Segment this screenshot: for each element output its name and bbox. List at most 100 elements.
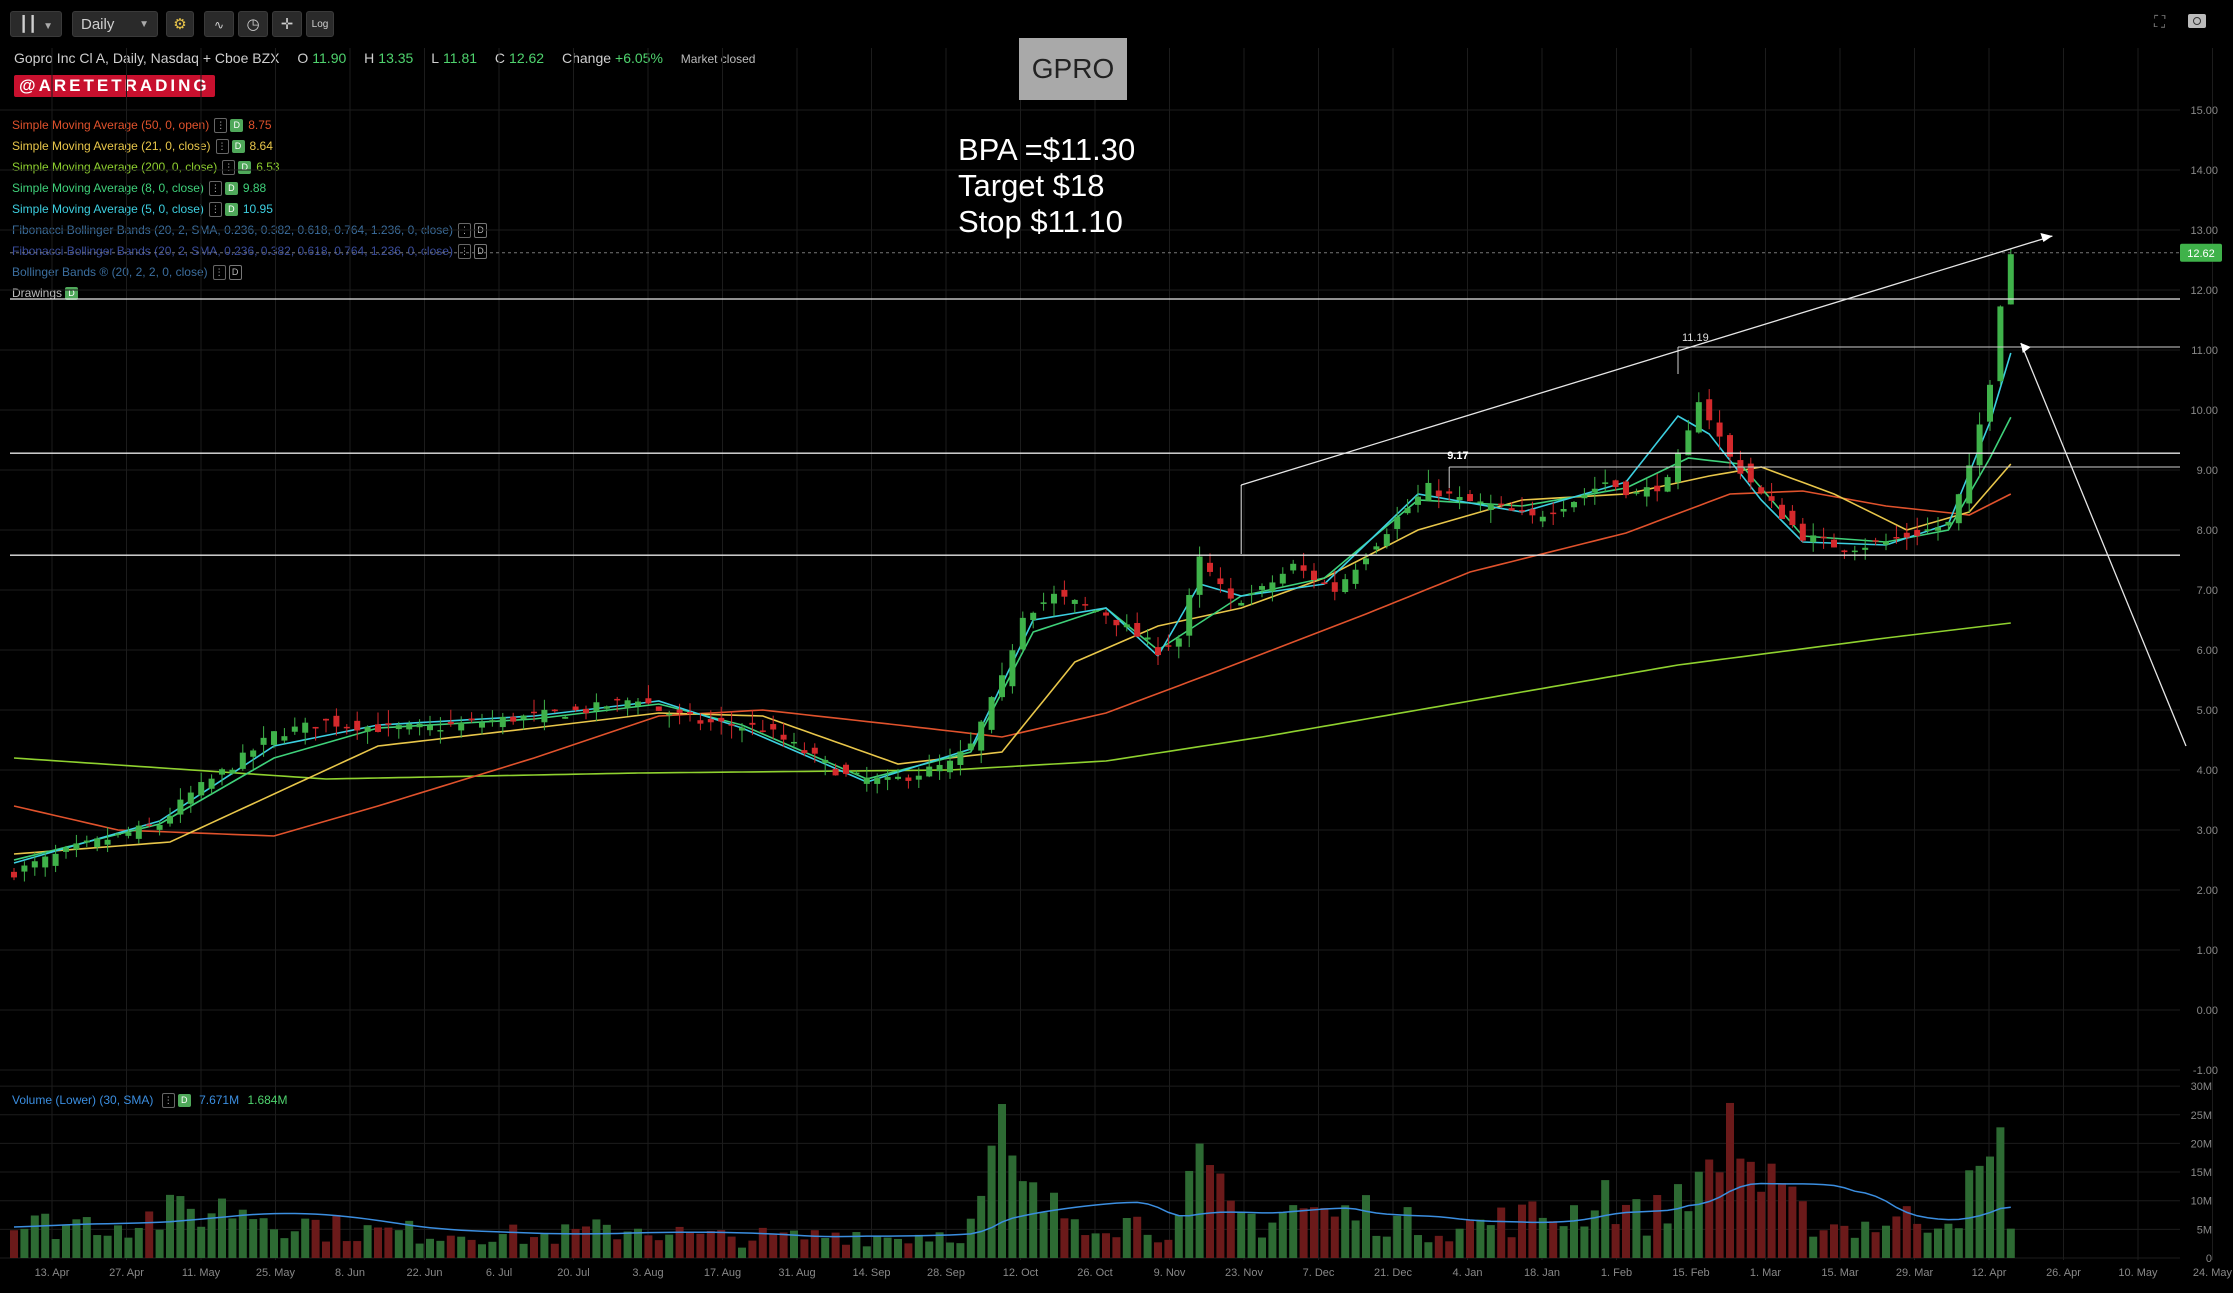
date-tick-label: 31. Aug: [778, 1267, 815, 1279]
volume-bar: [1934, 1228, 1942, 1258]
volume-bar: [1258, 1237, 1266, 1258]
candle-body: [323, 718, 329, 721]
display-badge[interactable]: D: [177, 1094, 191, 1108]
volume-bar: [1445, 1241, 1454, 1258]
volume-tick-label: 30M: [2191, 1081, 2212, 1093]
candle-body: [1643, 487, 1650, 497]
candle-body: [1799, 523, 1806, 541]
candle-body: [1342, 579, 1349, 593]
candle-body: [1539, 516, 1546, 522]
candle-body: [229, 769, 236, 774]
volume-bar: [873, 1235, 882, 1258]
price-tick-label: -1.00: [2193, 1065, 2218, 1077]
candle-body: [572, 706, 579, 711]
candle-body: [1789, 510, 1796, 526]
candle-body: [1040, 602, 1047, 604]
candle-body: [1987, 384, 1993, 422]
volume-bar: [1382, 1236, 1391, 1258]
volume-bar: [1642, 1235, 1651, 1258]
candle-body: [1935, 527, 1941, 531]
candle-body: [1331, 582, 1338, 592]
volume-bar: [1351, 1220, 1360, 1258]
candle-body: [635, 701, 641, 706]
volume-bar: [467, 1239, 476, 1258]
volume-bar: [987, 1145, 996, 1258]
volume-bar: [613, 1239, 622, 1258]
volume-bar: [696, 1233, 705, 1258]
candle-body: [354, 720, 361, 731]
volume-bar: [519, 1243, 528, 1258]
candle-body: [42, 856, 49, 868]
volume-bar: [62, 1224, 70, 1258]
candle-body: [479, 722, 485, 728]
candle-body: [1571, 501, 1577, 508]
candle-body: [385, 723, 392, 725]
candle-body: [1279, 573, 1286, 584]
candle-body: [447, 721, 454, 725]
volume-bar: [93, 1235, 102, 1258]
candle-body: [1997, 306, 2004, 382]
candle-body: [52, 853, 59, 866]
candle-body: [1872, 540, 1879, 542]
candle-body: [1175, 638, 1182, 647]
candle-body: [125, 832, 132, 836]
date-tick-label: 13. Apr: [35, 1267, 70, 1279]
volume-bar: [894, 1238, 902, 1258]
volume-tick-label: 10M: [2191, 1196, 2212, 1208]
candle-body: [583, 708, 589, 714]
volume-bar: [1819, 1230, 1828, 1258]
volume-bar: [758, 1227, 767, 1258]
candle-body: [489, 720, 496, 722]
price-tick-label: 4.00: [2197, 765, 2218, 777]
volume-bar: [1216, 1173, 1225, 1258]
candle-body: [468, 718, 475, 721]
candle-body: [458, 722, 465, 731]
price-tick-label: 0.00: [2197, 1005, 2218, 1017]
volume-bar: [1663, 1223, 1672, 1258]
candle-body: [707, 719, 714, 723]
candle-body: [499, 716, 506, 728]
volume-bar: [1081, 1235, 1090, 1258]
candle-body: [1269, 582, 1276, 592]
volume-bar: [1726, 1102, 1734, 1258]
candle-body: [416, 723, 423, 728]
volume-bar: [426, 1238, 434, 1258]
volume-bar: [1746, 1161, 1755, 1258]
candle-body: [1030, 612, 1037, 621]
candle-body: [1082, 604, 1089, 606]
candle-body: [1581, 494, 1588, 499]
sma-8-line: [13, 416, 2012, 861]
candle-body: [843, 764, 849, 774]
volume-value-1: 7.671M: [199, 1093, 240, 1107]
candle-body: [167, 815, 173, 824]
volume-bar: [966, 1218, 975, 1258]
volume-bar: [1788, 1186, 1797, 1258]
volume-value-2: 1.684M: [247, 1093, 288, 1107]
volume-bar: [1226, 1200, 1235, 1258]
candle-body: [874, 777, 881, 784]
candle-body: [520, 715, 527, 720]
volume-bar: [124, 1237, 133, 1258]
candle-body: [957, 751, 964, 765]
volume-bar: [1050, 1192, 1058, 1258]
volume-bar: [1913, 1223, 1922, 1258]
candle-body: [11, 871, 17, 878]
date-tick-label: 23. Nov: [1225, 1267, 1263, 1279]
volume-bar: [540, 1233, 549, 1258]
candle-body: [271, 731, 277, 745]
candle-body: [614, 698, 621, 701]
candle-body: [1456, 497, 1463, 501]
candle-body: [219, 769, 225, 775]
volume-bar: [82, 1217, 91, 1258]
candle-body: [1092, 610, 1099, 612]
volume-bar: [207, 1213, 216, 1258]
candle-body: [260, 737, 267, 745]
candle-body: [791, 741, 797, 744]
volume-bar: [176, 1196, 185, 1258]
candle-body: [718, 717, 725, 722]
volume-bar: [270, 1229, 278, 1258]
price-chart[interactable]: 11.199.17 15.00 14.00 13.00 12.00 11.00 10.00…: [0, 0, 2233, 1293]
more-icon[interactable]: ⋮: [161, 1093, 175, 1109]
volume-bar: [1871, 1232, 1880, 1258]
candle-body: [1716, 422, 1723, 437]
